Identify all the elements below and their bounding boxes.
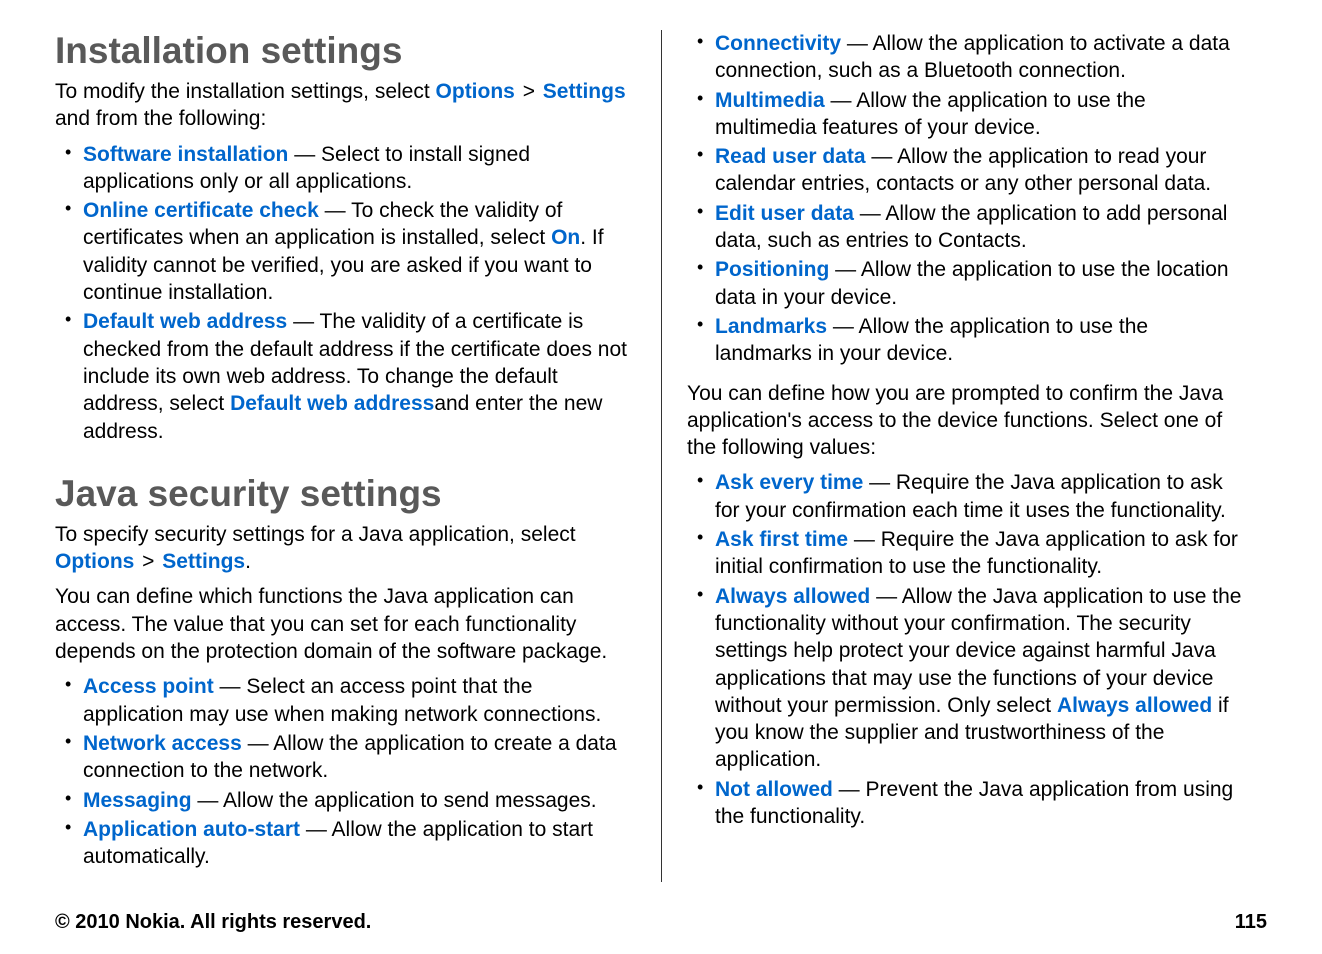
text: To modify the installation settings, sel… <box>55 80 436 103</box>
list-item: Connectivity — Allow the application to … <box>687 30 1242 85</box>
list-item: Ask every time — Require the Java applic… <box>687 469 1242 524</box>
list-item: Access point — Select an access point th… <box>55 673 636 728</box>
item-label: Not allowed <box>715 778 833 801</box>
list-item: Not allowed — Prevent the Java applicati… <box>687 776 1242 831</box>
item-label: Positioning <box>715 258 829 281</box>
item-label: Landmarks <box>715 315 827 338</box>
item-label: Ask first time <box>715 528 848 551</box>
list-item: Ask first time — Require the Java applic… <box>687 526 1242 581</box>
item-label: Online certificate check <box>83 199 319 222</box>
on-label: On <box>551 226 580 249</box>
install-settings-list: Software installation — Select to instal… <box>55 141 636 445</box>
list-item: Default web address — The validity of a … <box>55 308 636 444</box>
list-item: Network access — Allow the application t… <box>55 730 636 785</box>
separator: > <box>136 550 160 573</box>
item-label: Software installation <box>83 143 288 166</box>
java-settings-list-c: Ask every time — Require the Java applic… <box>687 469 1242 830</box>
separator: > <box>517 80 541 103</box>
right-column: Connectivity — Allow the application to … <box>661 30 1267 882</box>
item-desc: — Allow the application to send messages… <box>192 789 597 812</box>
item-label: Ask every time <box>715 471 863 494</box>
list-item: Edit user data — Allow the application t… <box>687 200 1242 255</box>
text: and from the following: <box>55 107 266 130</box>
list-item: Messaging — Allow the application to sen… <box>55 787 636 814</box>
left-column: Installation settings To modify the inst… <box>55 30 661 882</box>
options-label: Options <box>436 80 515 103</box>
page-footer: © 2010 Nokia. All rights reserved. 115 <box>55 911 1267 934</box>
copyright: © 2010 Nokia. All rights reserved. <box>55 911 371 934</box>
item-label: Messaging <box>83 789 192 812</box>
page-number: 115 <box>1235 911 1267 934</box>
intro-text-2: To specify security settings for a Java … <box>55 521 636 576</box>
inline-label: Always allowed <box>1057 694 1212 717</box>
item-label: Always allowed <box>715 585 870 608</box>
text: To specify security settings for a Java … <box>55 523 576 546</box>
item-label: Network access <box>83 732 242 755</box>
item-label: Multimedia <box>715 89 825 112</box>
item-label: Edit user data <box>715 202 854 225</box>
list-item: Always allowed — Allow the Java applicat… <box>687 583 1242 774</box>
intro-text-1: To modify the installation settings, sel… <box>55 78 636 133</box>
item-label: Application auto-start <box>83 818 300 841</box>
page-content: Installation settings To modify the inst… <box>55 30 1267 882</box>
para-prompt: You can define how you are prompted to c… <box>687 380 1242 462</box>
para-functions: You can define which functions the Java … <box>55 583 636 665</box>
settings-label: Settings <box>162 550 245 573</box>
list-item: Positioning — Allow the application to u… <box>687 256 1242 311</box>
java-settings-list-b: Connectivity — Allow the application to … <box>687 30 1242 368</box>
inline-label: Default web address <box>230 392 434 415</box>
heading-installation-settings: Installation settings <box>55 30 636 72</box>
item-label: Default web address <box>83 310 287 333</box>
list-item: Read user data — Allow the application t… <box>687 143 1242 198</box>
item-label: Access point <box>83 675 214 698</box>
text: . <box>245 550 251 573</box>
item-label: Connectivity <box>715 32 841 55</box>
list-item: Landmarks — Allow the application to use… <box>687 313 1242 368</box>
list-item: Online certificate check — To check the … <box>55 197 636 306</box>
options-label: Options <box>55 550 134 573</box>
list-item: Application auto-start — Allow the appli… <box>55 816 636 871</box>
java-settings-list-a: Access point — Select an access point th… <box>55 673 636 870</box>
settings-label: Settings <box>543 80 626 103</box>
heading-java-security: Java security settings <box>55 473 636 515</box>
item-label: Read user data <box>715 145 866 168</box>
list-item: Software installation — Select to instal… <box>55 141 636 196</box>
list-item: Multimedia — Allow the application to us… <box>687 87 1242 142</box>
